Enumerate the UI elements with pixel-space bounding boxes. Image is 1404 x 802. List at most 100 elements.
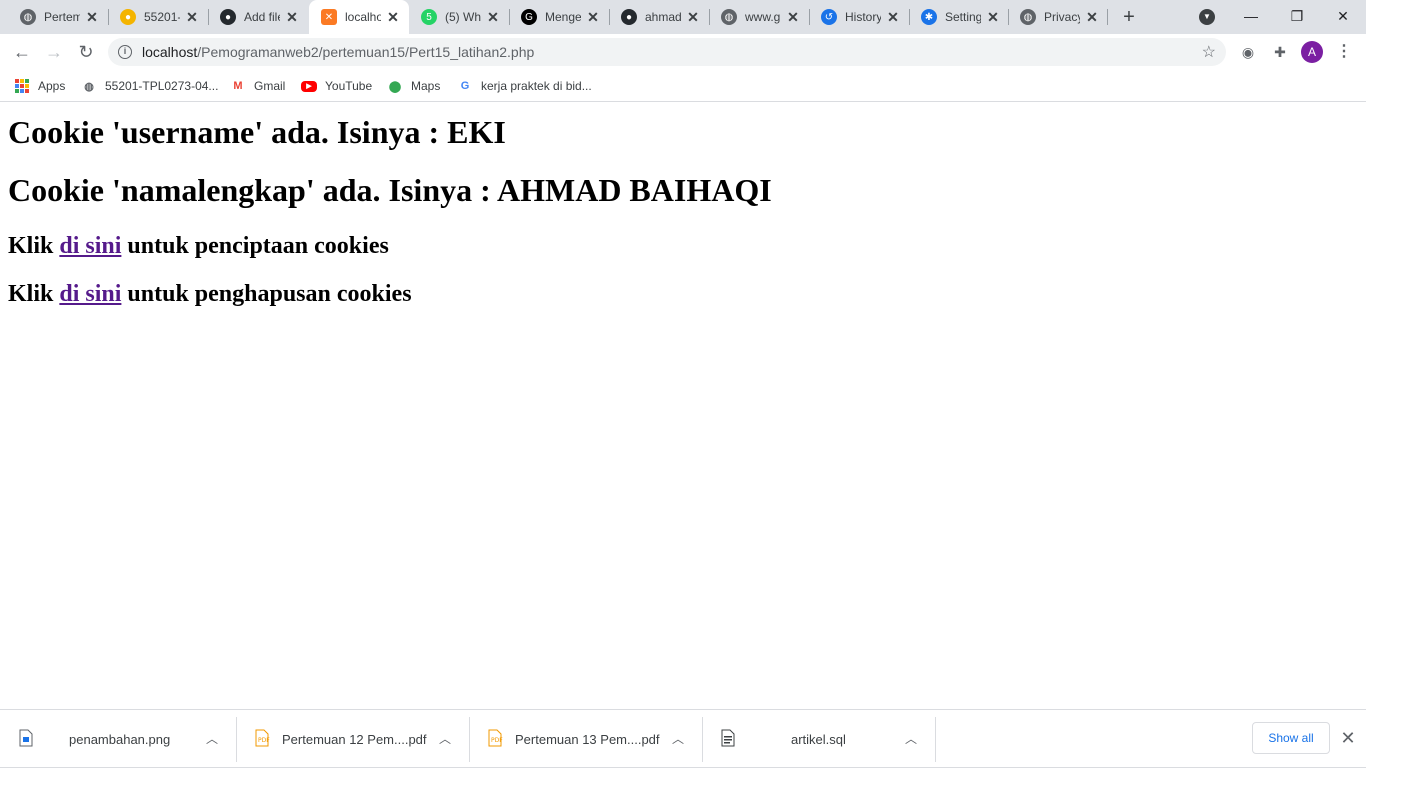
download-name: Pertemuan 13 Pem....pdf [515,732,660,747]
download-name: penambahan.png [69,732,171,747]
tab-title: (5) Wh [445,10,481,24]
tab-search-icon[interactable]: ▼ [1199,9,1215,25]
window-close-button[interactable]: ✕ [1331,4,1355,28]
bookmark-label: Apps [38,79,66,93]
reload-icon[interactable]: ↻ [74,40,98,64]
close-icon[interactable]: ✕ [385,9,401,25]
tab-menge[interactable]: G Menge ✕ [509,0,609,34]
github-icon: ● [621,9,637,25]
browser-window: ◍ Pertemuan ✕ ● 55201- ✕ ● Add files ✕ ✕… [0,0,1366,768]
menu-kebab-icon[interactable]: ⋮ [1336,41,1352,63]
delete-suffix: untuk penghapusan cookies [121,281,412,307]
chevron-up-icon[interactable]: ︿ [672,730,684,747]
history-icon: ↺ [821,9,837,25]
maps-icon: ⬤ [388,80,402,93]
forward-arrow-icon[interactable]: → [42,40,66,64]
cookie-namalengkap-heading: Cookie 'namalengkap' ada. Isinya : AHMAD… [8,172,772,208]
g-icon: G [521,9,537,25]
tab-55201[interactable]: ● 55201- ✕ [108,0,208,34]
download-item[interactable]: artikel.sql ︿ [702,718,935,760]
info-icon[interactable]: i [118,45,132,59]
tab-title: Menge [545,10,581,24]
image-file-icon [19,729,33,747]
back-arrow-icon[interactable]: ← [10,40,34,64]
close-icon[interactable]: ✕ [284,9,300,25]
tab-pertemuan[interactable]: ◍ Pertemuan ✕ [8,0,108,34]
tab-history[interactable]: ↺ History ✕ [809,0,909,34]
close-icon[interactable]: ✕ [84,9,100,25]
cookie-username-heading: Cookie 'username' ada. Isinya : EKI [8,114,506,150]
delete-prefix: Klik [8,281,60,307]
tab-localhost[interactable]: ✕ localhost ✕ [309,0,409,34]
google-icon: G [460,80,470,92]
delete-cookies-link[interactable]: di sini [59,281,121,307]
bookmark-gmail[interactable]: M Gmail [230,76,285,96]
xampp-icon: ✕ [321,9,337,25]
download-item[interactable]: PDF Pertemuan 12 Pem....pdf ︿ [236,718,469,760]
bookmark-star-icon[interactable]: ☆ [1202,42,1216,62]
tab-title: www.g [745,10,781,24]
restore-button[interactable]: ❐ [1285,4,1309,28]
chevron-up-icon[interactable]: ︿ [206,730,218,747]
extensions-puzzle-icon[interactable]: ✚ [1269,41,1291,63]
cookie-icon: ● [120,9,136,25]
tab-title: ahmad [645,10,681,24]
download-item[interactable]: PDF Pertemuan 13 Pem....pdf ︿ [469,718,702,760]
url-host: localhost [142,44,198,60]
tab-www[interactable]: ◍ www.g ✕ [709,0,809,34]
tab-title: Add files [244,10,280,24]
chevron-up-icon[interactable]: ︿ [439,730,451,747]
new-tab-button[interactable]: + [1119,7,1139,27]
minimize-button[interactable]: — [1239,4,1263,28]
address-bar[interactable]: i localhost/Pemogramanweb2/pertemuan15/P… [108,38,1226,66]
tab-title: Privacy [1044,10,1080,24]
bookmark-label: kerja praktek di bid... [481,79,592,93]
close-icon[interactable]: ✕ [685,9,701,25]
close-icon[interactable]: ✕ [985,9,1001,25]
bookmark-label: Maps [411,79,441,93]
download-separator [935,717,936,762]
tab-title: Settings [945,10,981,24]
close-icon[interactable]: ✕ [885,9,901,25]
page-content: Cookie 'username' ada. Isinya : EKI Cook… [0,103,1366,709]
globe-icon: ◍ [84,80,94,93]
svg-text:PDF: PDF [258,737,270,744]
globe-icon: ◍ [20,9,36,25]
extension-cursor-icon[interactable]: ◉ [1237,41,1259,63]
create-cookies-link[interactable]: di sini [59,233,121,259]
bookmark-55201[interactable]: ◍ 55201-TPL0273-04... [81,76,218,96]
tab-ahmad[interactable]: ● ahmad ✕ [609,0,709,34]
bookmark-maps[interactable]: ⬤ Maps [387,76,441,96]
close-icon[interactable]: ✕ [785,9,801,25]
sql-file-icon [721,729,735,747]
url-text[interactable]: localhost/Pemogramanweb2/pertemuan15/Per… [142,44,534,60]
whatsapp-icon: 5 [421,9,437,25]
tab-title: Pertemuan [44,10,80,24]
download-item[interactable]: penambahan.png ︿ [0,718,236,760]
close-icon[interactable]: ✕ [585,9,601,25]
tab-title: 55201- [144,10,180,24]
tab-settings[interactable]: ✱ Settings ✕ [909,0,1009,34]
close-icon[interactable]: ✕ [184,9,200,25]
download-name: artikel.sql [791,732,846,747]
profile-avatar[interactable]: A [1301,41,1323,63]
close-icon[interactable]: ✕ [1084,9,1100,25]
close-icon[interactable]: ✕ [485,9,501,25]
bookmark-label: Gmail [254,79,286,93]
gear-icon: ✱ [921,9,937,25]
bookmark-apps[interactable]: Apps [14,76,65,96]
tab-whatsapp[interactable]: 5 (5) Wh ✕ [409,0,509,34]
chevron-up-icon[interactable]: ︿ [905,730,917,747]
download-name: Pertemuan 12 Pem....pdf [282,732,427,747]
tab-title: History [845,10,881,24]
bookmark-youtube[interactable]: ▶ YouTube [301,76,372,96]
download-shelf: penambahan.png ︿ PDF Pertemuan 12 Pem...… [0,709,1366,768]
bookmark-kerja-praktek[interactable]: G kerja praktek di bid... [457,76,592,96]
bookmark-label: YouTube [325,79,373,93]
tab-add-files[interactable]: ● Add files ✕ [208,0,308,34]
close-shelf-icon[interactable]: ✕ [1338,728,1358,748]
show-all-button[interactable]: Show all [1252,722,1330,754]
tab-separator [1107,9,1108,25]
tab-privacy[interactable]: ◍ Privacy ✕ [1008,0,1108,34]
toolbar: ← → ↻ i localhost/Pemogramanweb2/pertemu… [0,34,1366,70]
